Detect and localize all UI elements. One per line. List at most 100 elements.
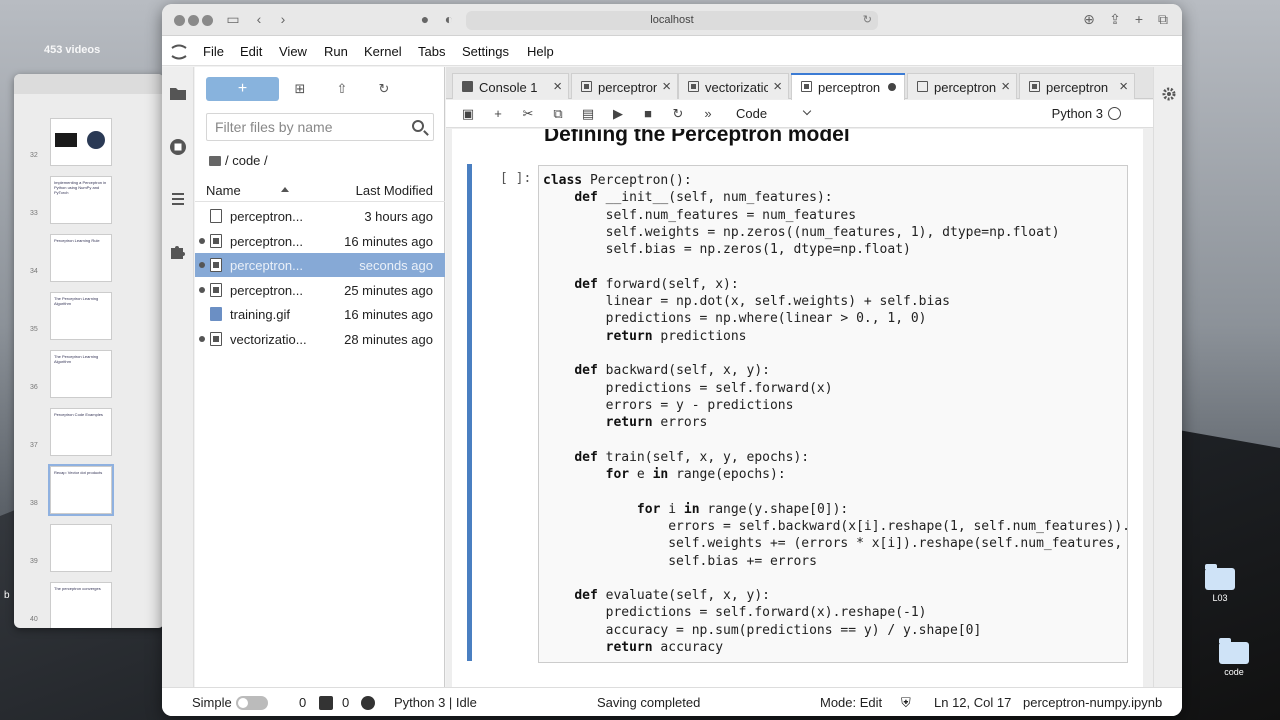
slide-thumbnail[interactable]: 38 Recap: Vector dot products <box>30 464 160 516</box>
code-line[interactable]: def forward(self, x): <box>543 276 1127 293</box>
document-tab[interactable]: perceptron × <box>1019 73 1135 99</box>
desktop-folder-l03[interactable]: L03 <box>1200 564 1240 618</box>
folder-icon[interactable] <box>168 83 188 103</box>
refresh-icon[interactable]: ↻ <box>375 81 393 99</box>
new-tab-icon[interactable]: + <box>1130 11 1148 27</box>
slide-thumbnail[interactable]: 37 Perceptron Code Examples <box>30 408 160 458</box>
file-name[interactable]: training.gif <box>230 307 290 322</box>
close-tab-icon[interactable]: × <box>773 78 782 95</box>
back-icon[interactable]: ‹ <box>250 11 268 27</box>
code-line[interactable] <box>543 570 1127 587</box>
notebook-panel[interactable]: Defining the Perceptron model [ ]: class… <box>446 129 1153 687</box>
file-row[interactable]: perceptron... seconds ago <box>195 253 445 278</box>
code-line[interactable]: errors = self.backward(x[i].reshape(1, s… <box>543 518 1127 535</box>
slide-page[interactable]: The Perceptron Learning Algorithm <box>50 292 112 340</box>
file-name[interactable]: perceptron... <box>230 283 303 298</box>
menu-file[interactable]: File <box>203 44 224 59</box>
gear-icon[interactable] <box>1160 85 1178 103</box>
forward-icon[interactable]: › <box>274 11 292 27</box>
new-launcher-button[interactable]: + <box>206 77 279 101</box>
code-content[interactable]: class Perceptron(): def __init__(self, n… <box>543 172 1127 656</box>
address-bar[interactable]: localhost ↻ <box>466 11 878 30</box>
code-line[interactable]: self.bias = np.zeros(1, dtype=np.float) <box>543 241 1127 258</box>
kernel-session-icon[interactable] <box>361 696 375 710</box>
code-line[interactable]: def train(self, x, y, epochs): <box>543 449 1127 466</box>
document-tab[interactable]: perceptron × <box>907 73 1017 99</box>
cell-type-select[interactable]: Code <box>736 106 767 121</box>
slides-window[interactable]: 32 33 Implementing a Perceptron in Python … <box>14 74 164 628</box>
code-line[interactable]: predictions = np.where(linear > 0., 1, 0… <box>543 310 1127 327</box>
share-icon[interactable]: ⇪ <box>1106 11 1124 28</box>
slide-thumbnail[interactable]: 34 Perceptron Learning Rule <box>30 234 160 284</box>
kernel-name[interactable]: Python 3 <box>1052 106 1103 121</box>
terminal-count[interactable]: 0 <box>299 695 306 710</box>
insert-cell-icon[interactable]: + <box>490 106 506 122</box>
code-line[interactable]: return errors <box>543 414 1127 431</box>
downloads-icon[interactable]: ⊕ <box>1080 11 1098 28</box>
code-line[interactable]: return predictions <box>543 328 1127 345</box>
notebook-scrollbar[interactable] <box>1143 129 1153 687</box>
file-name[interactable]: vectorizatio... <box>230 332 307 347</box>
slide-thumbnail[interactable]: 35 The Perceptron Learning Algorithm <box>30 292 160 342</box>
tab-overview-icon[interactable]: ⧉ <box>1154 11 1172 28</box>
run-icon[interactable]: ▶ <box>610 106 626 122</box>
code-line[interactable] <box>543 431 1127 448</box>
code-line[interactable]: def evaluate(self, x, y): <box>543 587 1127 604</box>
file-row[interactable]: vectorizatio... 28 minutes ago <box>195 327 445 351</box>
close-window-button[interactable] <box>174 15 185 26</box>
code-line[interactable]: def __init__(self, num_features): <box>543 189 1127 206</box>
close-tab-icon[interactable]: × <box>553 78 562 95</box>
code-line[interactable]: for i in range(y.shape[0]): <box>543 501 1127 518</box>
search-icon[interactable] <box>412 120 424 132</box>
copy-icon[interactable]: ⧉ <box>550 106 566 122</box>
slide-thumbnail[interactable]: 39 <box>30 524 160 574</box>
slide-page[interactable]: Perceptron Learning Rule <box>50 234 112 282</box>
table-of-contents-icon[interactable] <box>168 189 188 209</box>
code-line[interactable]: def backward(self, x, y): <box>543 362 1127 379</box>
code-line[interactable]: return accuracy <box>543 639 1127 656</box>
menu-edit[interactable]: Edit <box>240 44 262 59</box>
slide-page[interactable]: Perceptron Code Examples <box>50 408 112 456</box>
trust-shield-icon[interactable]: ⛨ <box>901 695 911 711</box>
code-line[interactable]: errors = y - predictions <box>543 397 1127 414</box>
save-icon[interactable]: ▣ <box>460 106 476 122</box>
tab-label[interactable]: Console 1 <box>479 80 548 95</box>
code-line[interactable]: class Perceptron(): <box>543 172 1127 189</box>
close-tab-icon[interactable]: × <box>662 78 671 95</box>
sidebar-toggle-icon[interactable]: ▭ <box>224 11 242 28</box>
slide-thumbnail[interactable]: 33 Implementing a Perceptron in Python us… <box>30 176 160 226</box>
unsaved-indicator-icon[interactable] <box>888 83 896 91</box>
document-tab[interactable]: perceptron × <box>571 73 678 99</box>
file-row[interactable]: perceptron... 16 minutes ago <box>195 229 445 253</box>
tab-label[interactable]: perceptron <box>1046 80 1114 95</box>
code-line[interactable] <box>543 483 1127 500</box>
slide-page[interactable] <box>50 524 112 572</box>
file-row[interactable]: perceptron... 3 hours ago <box>195 204 445 228</box>
code-line[interactable]: self.weights = np.zeros((num_features, 1… <box>543 224 1127 241</box>
file-name[interactable]: perceptron... <box>230 209 303 224</box>
code-line[interactable] <box>543 258 1127 275</box>
file-row[interactable]: perceptron... 25 minutes ago <box>195 278 445 302</box>
simple-mode-toggle[interactable] <box>236 696 268 710</box>
close-tab-icon[interactable]: × <box>1001 78 1010 95</box>
code-line[interactable] <box>543 345 1127 362</box>
terminal-icon[interactable] <box>319 696 333 710</box>
file-name[interactable]: perceptron... <box>230 234 303 249</box>
menu-run[interactable]: Run <box>324 44 348 59</box>
document-tab[interactable]: Console 1 × <box>452 73 569 99</box>
slide-page[interactable]: Recap: Vector dot products <box>48 464 114 516</box>
restart-icon[interactable]: ↻ <box>670 106 686 122</box>
menu-view[interactable]: View <box>279 44 307 59</box>
upload-icon[interactable]: ⇧ <box>333 81 351 99</box>
slide-thumbnail[interactable]: 32 <box>30 118 160 168</box>
slide-thumbnail[interactable]: 40 The perceptron converges <box>30 582 160 628</box>
reload-icon[interactable]: ↻ <box>863 11 872 30</box>
document-tab[interactable]: vectorizatic × <box>678 73 789 99</box>
slide-page[interactable] <box>50 118 112 166</box>
file-filter-input[interactable] <box>215 119 405 135</box>
menu-help[interactable]: Help <box>527 44 554 59</box>
slide-thumbnail[interactable]: 36 The Perceptron Learning Algorithm <box>30 350 160 400</box>
code-line[interactable]: for e in range(epochs): <box>543 466 1127 483</box>
paste-icon[interactable]: ▤ <box>580 106 596 122</box>
column-header-name[interactable]: Name <box>206 183 241 198</box>
